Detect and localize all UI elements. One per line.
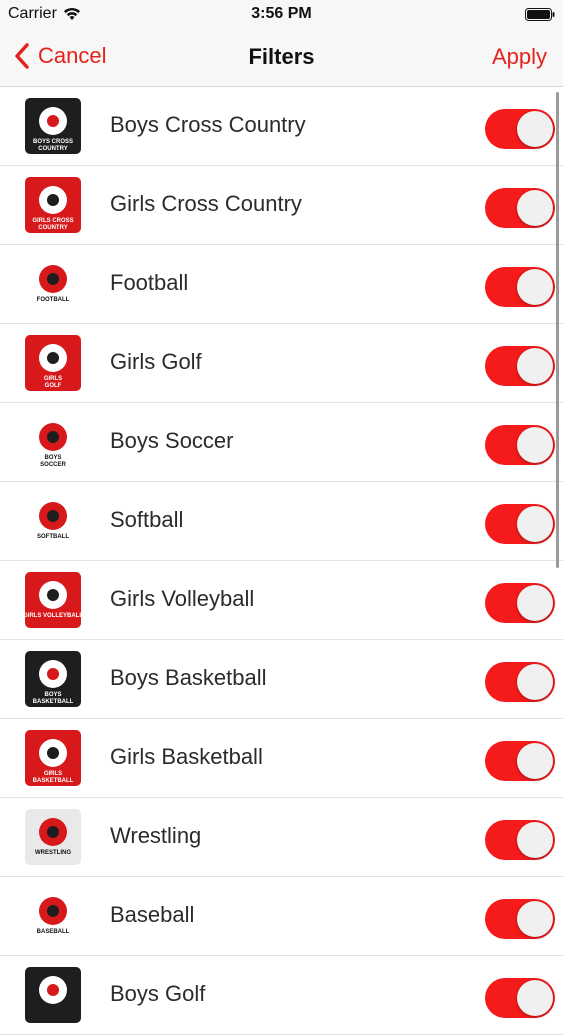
filter-row-label: Baseball xyxy=(110,902,195,927)
clock: 3:56 PM xyxy=(251,5,312,22)
icon-caption: GOLF xyxy=(45,383,62,389)
filter-row-label: Girls Golf xyxy=(110,349,202,374)
filter-row: Boys Golf xyxy=(0,956,563,1035)
filter-row: FOOTBALL Football xyxy=(0,245,563,324)
filter-row-label: Softball xyxy=(110,507,184,532)
toggle-knob xyxy=(517,506,553,542)
girls-volleyball-icon: GIRLS VOLLEYBALL xyxy=(24,572,82,628)
filter-row-label: Boys Basketball xyxy=(110,665,267,690)
icon-caption: COUNTRY xyxy=(38,146,67,152)
toggle-knob xyxy=(517,111,553,147)
filter-row: BOYS CROSS COUNTRY Boys Cross Country xyxy=(0,87,563,166)
toggle-knob xyxy=(517,190,553,226)
toggle-knob xyxy=(517,348,553,384)
toggle-knob xyxy=(517,743,553,779)
icon-caption: BOYS CROSS xyxy=(33,139,73,145)
icon-caption: GIRLS xyxy=(44,376,62,382)
icon-caption: BOYS xyxy=(44,692,61,698)
filter-toggle[interactable] xyxy=(485,978,555,1018)
filter-row-label: Boys Soccer xyxy=(110,428,234,453)
navigation-bar: Cancel Filters Apply xyxy=(0,30,563,87)
football-icon: FOOTBALL xyxy=(25,256,81,312)
toggle-knob xyxy=(517,980,553,1016)
toggle-knob xyxy=(517,822,553,858)
filter-row-label: Football xyxy=(110,270,189,295)
filter-row: GIRLS VOLLEYBALL Girls Volleyball xyxy=(0,561,563,640)
sports-filter-list: BOYS CROSS COUNTRY Boys Cross Country GIRLS… xyxy=(0,87,563,1035)
girls-golf-icon: GIRLSGOLF xyxy=(25,335,81,391)
icon-caption: BASEBALL xyxy=(37,929,70,935)
filter-row-label: Wrestling xyxy=(110,823,202,848)
filter-row: GIRLS CROSS COUNTRY Girls Cross Country xyxy=(0,166,563,245)
boys-soccer-icon: BOYSSOCCER xyxy=(25,414,81,470)
filter-row: BASEBALL Baseball xyxy=(0,877,563,956)
filter-row: BOYS SOCCER Boys Soccer xyxy=(0,403,563,482)
girls-cross-country-icon: GIRLS CROSSCOUNTRY xyxy=(25,177,81,233)
toggle-knob xyxy=(517,427,553,463)
page-title: Filters xyxy=(248,44,315,69)
filter-row: GIRLS GOLF Girls Golf xyxy=(0,324,563,403)
icon-caption: GIRLS xyxy=(44,771,62,777)
filter-toggle[interactable] xyxy=(485,504,555,544)
icon-caption: BOYS xyxy=(44,455,61,461)
filter-toggle[interactable] xyxy=(485,583,555,623)
apply-button[interactable]: Apply xyxy=(492,44,547,70)
boys-cross-country-icon: BOYS CROSSCOUNTRY xyxy=(25,98,81,154)
filter-row: SOFTBALL Softball xyxy=(0,482,563,561)
filter-row-label: Boys Cross Country xyxy=(110,112,306,137)
icon-caption: BASKETBALL xyxy=(33,778,74,784)
icon-caption: SOFTBALL xyxy=(37,534,69,540)
boys-basketball-icon: BOYSBASKETBALL xyxy=(25,651,81,707)
scrollbar[interactable] xyxy=(556,92,559,568)
filter-row-label: Girls Cross Country xyxy=(110,191,302,216)
filter-row-label: Boys Golf xyxy=(110,981,206,1006)
filter-toggle[interactable] xyxy=(485,109,555,149)
filter-row: WRESTLING Wrestling xyxy=(0,798,563,877)
filter-toggle[interactable] xyxy=(485,662,555,702)
icon-caption: COUNTRY xyxy=(38,225,67,231)
icon-caption: WRESTLING xyxy=(35,850,71,856)
filter-toggle[interactable] xyxy=(485,820,555,860)
filter-toggle[interactable] xyxy=(485,899,555,939)
filter-row: GIRLS BASKETBALL Girls Basketball xyxy=(0,719,563,798)
icon-caption: BASKETBALL xyxy=(33,699,74,705)
toggle-knob xyxy=(517,901,553,937)
icon-caption: GIRLS CROSS xyxy=(32,218,73,224)
icon-caption: FOOTBALL xyxy=(37,297,70,303)
toggle-knob xyxy=(517,269,553,305)
filter-toggle[interactable] xyxy=(485,188,555,228)
battery-icon xyxy=(525,8,555,21)
girls-basketball-icon: GIRLSBASKETBALL xyxy=(25,730,81,786)
icon-caption: GIRLS VOLLEYBALL xyxy=(24,613,82,619)
filter-toggle[interactable] xyxy=(485,741,555,781)
baseball-icon: BASEBALL xyxy=(25,888,81,944)
filter-toggle[interactable] xyxy=(485,346,555,386)
filter-toggle[interactable] xyxy=(485,267,555,307)
toggle-knob xyxy=(517,664,553,700)
status-bar: Carrier 3:56 PM xyxy=(0,0,563,30)
filter-row: BOYS BASKETBALL Boys Basketball xyxy=(0,640,563,719)
toggle-knob xyxy=(517,585,553,621)
boys-golf-icon xyxy=(25,967,81,1023)
softball-icon: SOFTBALL xyxy=(25,493,81,549)
wrestling-icon: WRESTLING xyxy=(25,809,81,865)
icon-caption: SOCCER xyxy=(40,462,66,468)
filter-toggle[interactable] xyxy=(485,425,555,465)
filter-row-label: Girls Volleyball xyxy=(110,586,255,611)
filter-row-label: Girls Basketball xyxy=(110,744,263,769)
